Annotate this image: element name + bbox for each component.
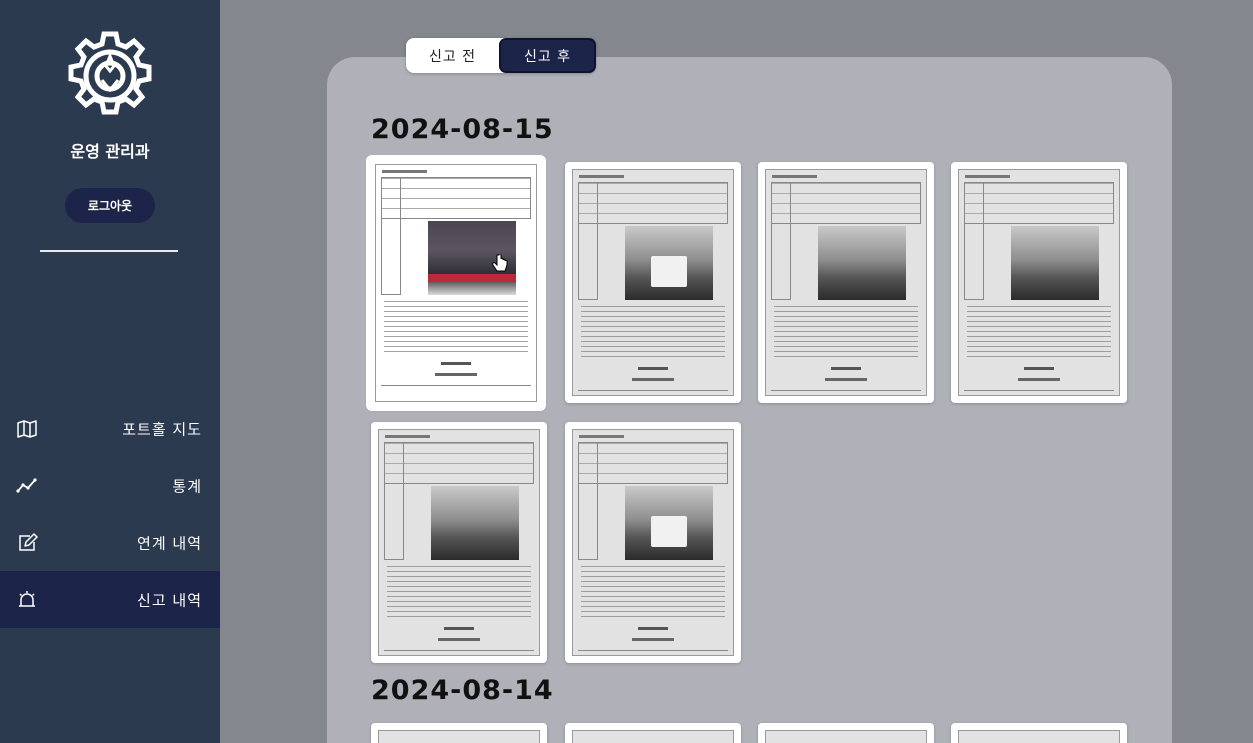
pothole-photo bbox=[625, 226, 713, 300]
date-heading: 2024-08-15 bbox=[371, 114, 554, 145]
pothole-photo bbox=[818, 226, 906, 300]
document-page bbox=[572, 429, 734, 656]
report-document-thumbnail[interactable] bbox=[565, 422, 741, 663]
department-name: 운영 관리과 bbox=[70, 142, 150, 161]
document-page bbox=[765, 730, 927, 743]
nav-item-pothole-map[interactable]: 포트홀 지도 bbox=[0, 400, 220, 457]
tab-before-report[interactable]: 신고 전 bbox=[406, 38, 499, 73]
nav-item-report-history[interactable]: 신고 내역 bbox=[0, 571, 220, 628]
sidebar-divider bbox=[40, 250, 178, 252]
report-document-thumbnail[interactable] bbox=[371, 422, 547, 663]
nav-item-linked-history[interactable]: 연계 내역 bbox=[0, 514, 220, 571]
sidebar: 운영 관리과 로그아웃 포트홀 지도 통계 연계 내역 신고 내역 bbox=[0, 0, 220, 743]
edit-doc-icon bbox=[19, 532, 38, 551]
document-page bbox=[375, 164, 537, 402]
report-document-thumbnail[interactable] bbox=[758, 723, 934, 743]
nav-label: 연계 내역 bbox=[137, 534, 202, 552]
document-page bbox=[958, 730, 1120, 743]
report-document-thumbnail[interactable] bbox=[371, 723, 547, 743]
chart-line-icon bbox=[16, 477, 37, 493]
nav-label: 포트홀 지도 bbox=[122, 420, 202, 438]
report-document-thumbnail[interactable] bbox=[565, 723, 741, 743]
document-page bbox=[572, 169, 734, 396]
document-page bbox=[378, 429, 540, 656]
gear-emblem-icon bbox=[68, 31, 152, 115]
tab-after-report[interactable]: 신고 후 bbox=[499, 38, 596, 73]
document-page bbox=[765, 169, 927, 396]
report-document-thumbnail[interactable] bbox=[565, 162, 741, 403]
report-document-thumbnail[interactable] bbox=[951, 162, 1127, 403]
logout-button[interactable]: 로그아웃 bbox=[65, 188, 155, 223]
pothole-photo bbox=[1011, 226, 1099, 300]
report-document-thumbnail[interactable] bbox=[366, 155, 546, 411]
pothole-photo bbox=[431, 486, 519, 560]
document-page bbox=[958, 169, 1120, 396]
pothole-photo bbox=[625, 486, 713, 560]
alarm-icon bbox=[19, 590, 35, 607]
date-heading: 2024-08-14 bbox=[371, 675, 554, 706]
report-status-tabs: 신고 전 신고 후 bbox=[406, 38, 596, 73]
nav-label: 신고 내역 bbox=[137, 591, 202, 609]
report-document-thumbnail[interactable] bbox=[951, 723, 1127, 743]
document-page bbox=[378, 730, 540, 743]
nav-label: 통계 bbox=[172, 477, 202, 495]
nav-item-statistics[interactable]: 통계 bbox=[0, 457, 220, 514]
report-document-thumbnail[interactable] bbox=[758, 162, 934, 403]
map-icon bbox=[17, 419, 37, 438]
hand-pointer-icon bbox=[492, 254, 508, 272]
document-page bbox=[572, 730, 734, 743]
